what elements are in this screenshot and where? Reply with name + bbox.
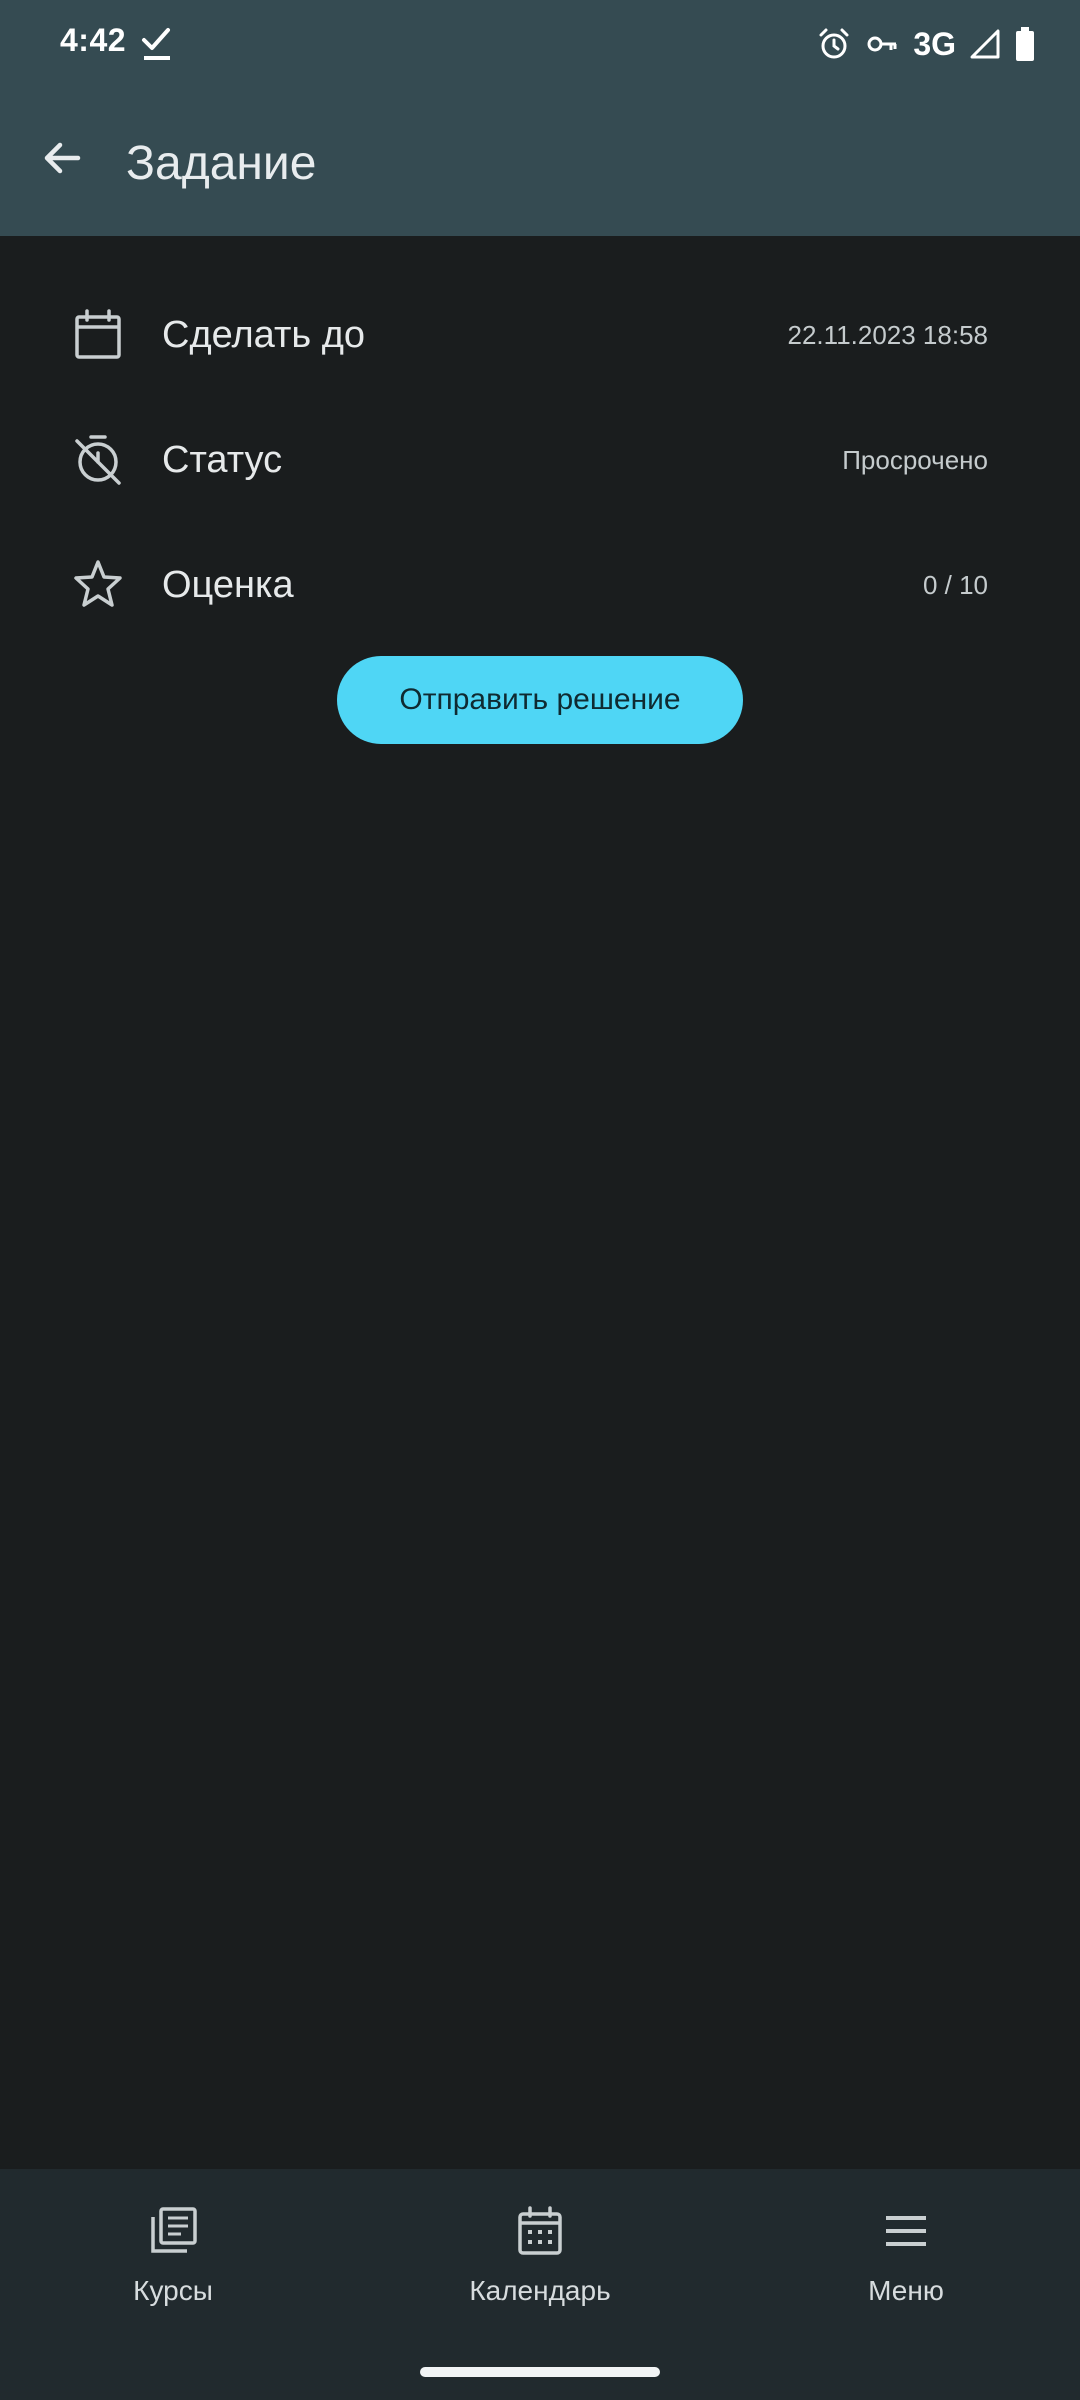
nav-item-courses[interactable]: Курсы [53,2205,293,2335]
back-button[interactable] [36,132,88,184]
due-date-value: 22.11.2023 18:58 [787,320,988,350]
grade-row: Оценка 0 / 10 [0,530,1080,640]
submit-solution-button[interactable]: Отправить решение [337,656,743,744]
battery-icon [1016,27,1034,61]
status-value: Просрочено [842,445,988,475]
grade-label: Оценка [162,564,294,606]
network-type: 3G [913,25,956,62]
library-books-icon [151,2207,197,2253]
due-date-label: Сделать до [162,314,366,356]
menu-icon [886,2216,926,2246]
nav-label-courses: Курсы [133,2275,213,2306]
nav-label-calendar: Календарь [469,2275,611,2306]
bottom-navigation: Курсы Календарь Меню [0,2169,1080,2400]
top-app-bar: 4:42 3G Задание [0,0,1080,236]
arrow-back-icon [44,142,81,174]
calendar-icon [75,309,121,359]
star-icon [74,560,122,607]
grade-value: 0 / 10 [922,570,988,600]
due-date-row: Сделать до 22.11.2023 18:58 [0,280,1080,390]
nav-item-menu[interactable]: Меню [786,2205,1026,2335]
alarm-icon [819,28,849,59]
nav-item-calendar[interactable]: Календарь [420,2205,660,2335]
status-label: Статус [162,439,283,481]
status-row: Статус Просрочено [0,405,1080,515]
key-icon [867,36,897,52]
status-icons: 3G [817,20,1036,68]
nav-label-menu: Меню [868,2275,944,2306]
status-time: 4:42 [60,22,127,58]
calendar-month-icon [518,2206,562,2255]
status-bar: 4:42 3G [0,0,1080,88]
signal-icon [970,29,1000,59]
page-title: Задание [126,137,317,190]
gesture-navigation-bar[interactable] [420,2367,660,2377]
timer-off-icon [75,435,121,485]
check-icon [142,28,170,60]
